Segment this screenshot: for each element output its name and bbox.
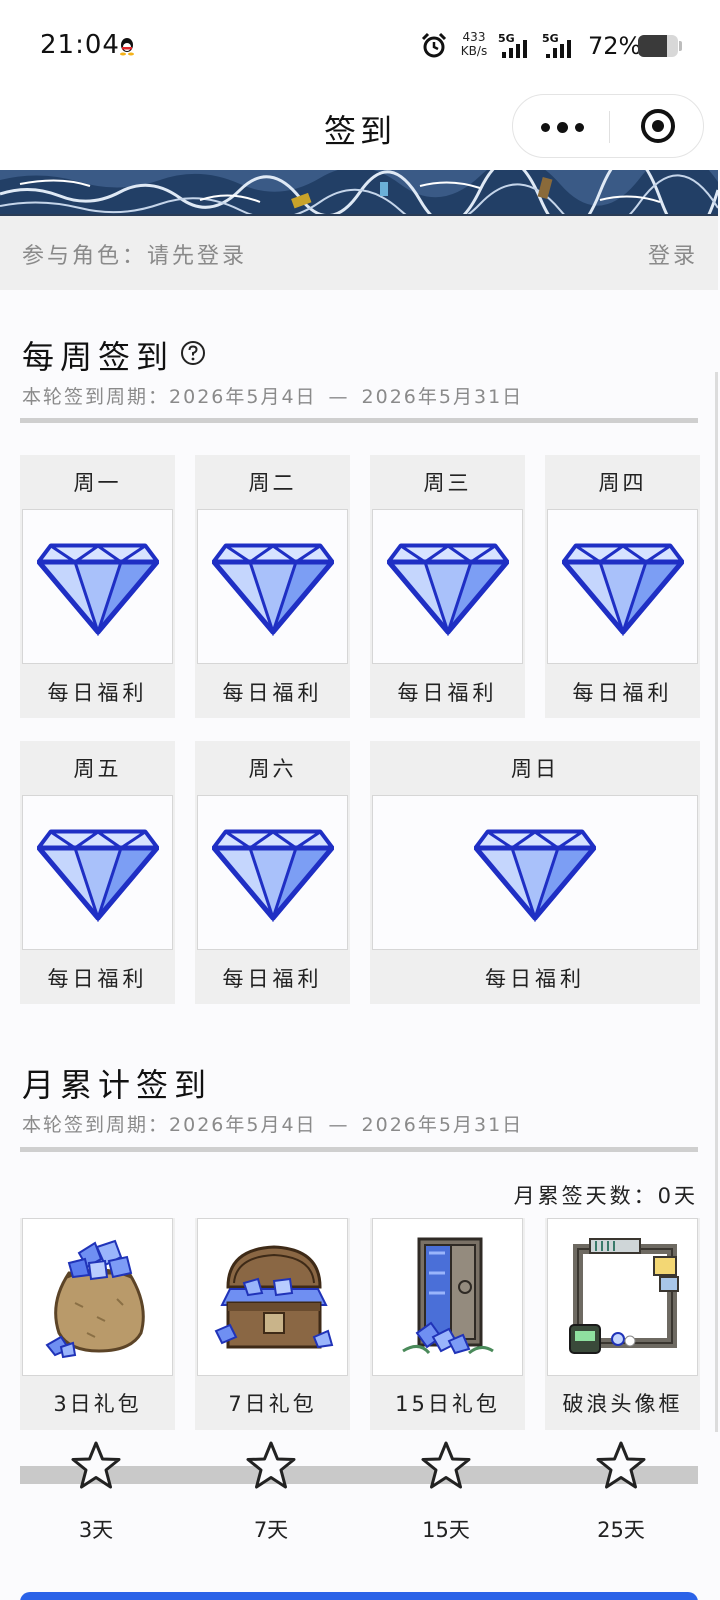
star-icon [421,1441,471,1489]
star-icon [596,1441,646,1489]
day-label: 周四 [598,470,647,495]
qq-icon [120,38,134,56]
net-speed-value: 433 [462,30,486,44]
reward-card-3day[interactable]: 3日礼包 [20,1218,175,1430]
star-icon [71,1441,121,1489]
banner-image [0,170,718,216]
reward-card-15day[interactable]: 15日礼包 [370,1218,525,1430]
sign-in-button[interactable] [20,1592,698,1600]
mini-program-capsule [512,94,704,158]
day-reward-image [22,795,173,950]
diamond-icon [37,540,159,636]
day-reward-image [197,795,348,950]
reward-label: 7日礼包 [228,1392,317,1416]
period-label: 本轮签到周期： [22,1114,170,1136]
star-icon [246,1441,296,1489]
status-time: 21:04 [40,30,120,60]
day-card-mon[interactable]: 周一 每日福利 [20,455,175,718]
day-label: 周日 [511,756,559,781]
weekly-title: 每周签到 [22,338,175,376]
net-speed: 433 KB/s [454,30,494,58]
signal-icon: 5G [542,32,580,60]
milestone-label: 7天 [253,1518,289,1542]
reward-label: 破浪头像框 [562,1392,683,1416]
diamond-icon [212,826,334,922]
reward-card-25day[interactable]: 破浪头像框 [545,1218,700,1430]
battery-icon [638,35,678,57]
day-reward-image [547,509,698,664]
day-reward-label: 每日福利 [485,966,585,991]
day-reward-image [372,509,523,664]
period-start: 2026年5月4日 [169,1114,317,1136]
role-bar: 参与角色：请先登录 登录 [0,216,718,290]
day-label: 周二 [248,470,297,495]
monthly-count: 月累签天数：0天 [513,1184,698,1208]
day-reward-label: 每日福利 [47,680,148,705]
reward-image [197,1218,348,1376]
day-label: 周三 [423,470,472,495]
reward-card-7day[interactable]: 7日礼包 [195,1218,350,1430]
period-sep: — [328,1114,350,1136]
day-reward-label: 每日福利 [47,966,148,991]
login-link[interactable]: 登录 [648,238,698,270]
reward-label: 3日礼包 [53,1392,142,1416]
diamond-icon [562,540,684,636]
milestone-label: 15天 [422,1518,470,1542]
period-sep: — [328,386,350,408]
battery-fill [638,35,667,57]
day-reward-label: 每日福利 [222,966,323,991]
title-bar: 签到 [0,92,720,170]
monthly-divider [20,1147,698,1152]
day-card-wed[interactable]: 周三 每日福利 [370,455,525,718]
day-label: 周六 [248,756,297,781]
avatar-frame-icon [569,1238,679,1354]
capsule-divider [609,111,610,143]
reward-label: 15日礼包 [395,1392,500,1416]
role-label: 参与角色：请先登录 [22,244,248,269]
gem-sack-icon [45,1239,145,1359]
status-bar: 21:04 433 KB/s 5G 5G 72% [0,0,720,92]
diamond-icon [212,540,334,636]
scroll-indicator [715,372,718,1432]
diamond-icon [474,826,596,922]
day-card-sun[interactable]: 周日 每日福利 [370,741,700,1004]
reward-image [547,1218,698,1376]
alarm-icon [421,32,447,58]
reward-image [22,1218,173,1376]
period-end: 2026年5月31日 [361,386,524,408]
more-dots-icon[interactable] [513,95,609,157]
day-reward-label: 每日福利 [397,680,498,705]
treasure-chest-icon [214,1245,334,1349]
milestone-label: 3天 [78,1518,114,1542]
day-reward-image [372,795,698,950]
help-icon[interactable] [180,340,206,366]
diamond-icon [37,826,159,922]
monthly-title: 月累计签到 [22,1066,213,1104]
net-speed-unit: KB/s [460,44,488,58]
reward-image [372,1218,523,1376]
diamond-icon [387,540,509,636]
weekly-period: 本轮签到周期：2026年5月4日 — 2026年5月31日 [22,382,523,409]
period-start: 2026年5月4日 [169,386,317,408]
day-reward-image [197,509,348,664]
monthly-period: 本轮签到周期：2026年5月4日 — 2026年5月31日 [22,1110,523,1137]
period-end: 2026年5月31日 [361,1114,524,1136]
signal-icon: 5G [498,32,536,60]
day-label: 周五 [73,756,122,781]
day-label: 周一 [73,470,122,495]
day-reward-label: 每日福利 [222,680,323,705]
close-target-icon[interactable] [639,107,677,145]
gem-vault-icon [402,1237,494,1355]
day-card-fri[interactable]: 周五 每日福利 [20,741,175,1004]
day-reward-image [22,509,173,664]
day-card-thu[interactable]: 周四 每日福利 [545,455,700,718]
milestone-label: 25天 [597,1518,645,1542]
battery-percent: 72% [588,32,642,60]
day-card-tue[interactable]: 周二 每日福利 [195,455,350,718]
day-card-sat[interactable]: 周六 每日福利 [195,741,350,1004]
battery-cap [679,41,682,51]
weekly-divider [20,418,698,423]
day-reward-label: 每日福利 [572,680,673,705]
period-label: 本轮签到周期： [22,386,170,408]
